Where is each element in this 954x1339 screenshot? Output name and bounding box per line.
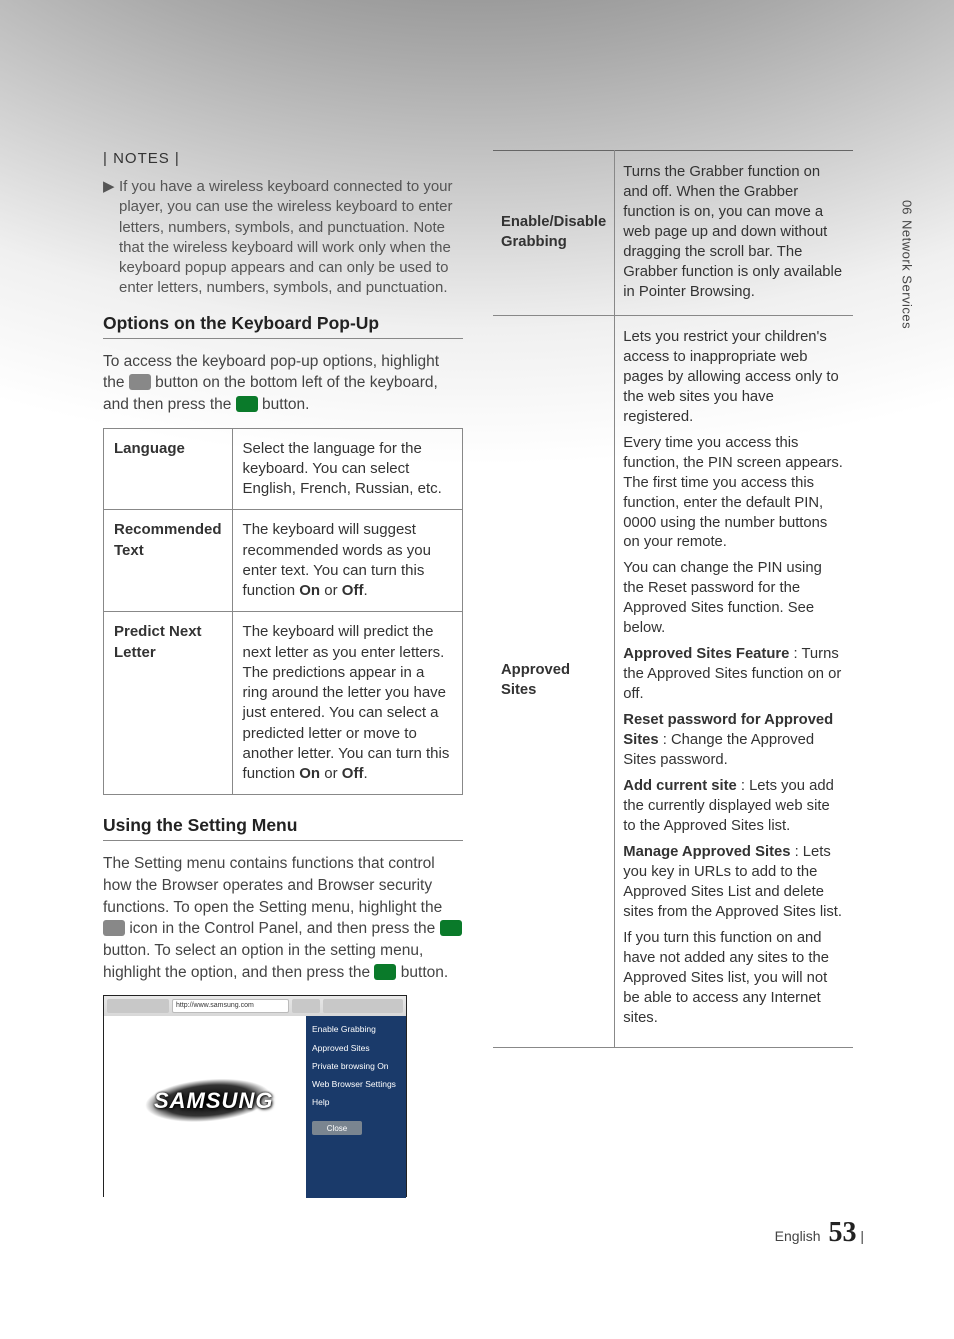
setting-label: Approved Sites	[493, 315, 615, 1047]
right-column: Enable/Disable Grabbing Turns the Grabbe…	[493, 150, 853, 1197]
option-label: Language	[104, 428, 233, 510]
enter-icon	[374, 964, 396, 980]
page: 06 Network Services | NOTES | ▶ If you h…	[0, 0, 954, 1339]
url-bar: http://www.samsung.com	[172, 999, 289, 1013]
keyboard-options-table: Language Select the language for the key…	[103, 428, 463, 796]
menu-item: Web Browser Settings	[312, 1079, 400, 1089]
page-footer: English 53 |	[775, 1217, 864, 1249]
table-row: Approved Sites Lets you restrict your ch…	[493, 315, 853, 1047]
browser-toolbar: http://www.samsung.com	[104, 996, 406, 1016]
footer-lang: English	[775, 1228, 821, 1244]
chapter-title: Network Services	[900, 220, 915, 329]
option-desc: The keyboard will suggest recommended wo…	[232, 510, 462, 612]
bullet-arrow-icon: ▶	[103, 177, 119, 299]
left-column: | NOTES | ▶ If you have a wireless keybo…	[103, 150, 463, 1197]
table-row: Enable/Disable Grabbing Turns the Grabbe…	[493, 151, 853, 316]
nav-buttons-icon	[107, 999, 169, 1013]
enter-icon	[236, 396, 258, 412]
option-label: Recommended Text	[104, 510, 233, 612]
setting-desc: Turns the Grabber function on and off. W…	[615, 151, 853, 316]
toolbar-right-icon	[323, 999, 403, 1013]
table-row: Recommended Text The keyboard will sugge…	[104, 510, 463, 612]
heading-setting-menu: Using the Setting Menu	[103, 815, 463, 841]
menu-item: Private browsing On	[312, 1061, 400, 1071]
page-number: 53	[828, 1217, 856, 1248]
note-item: ▶ If you have a wireless keyboard connec…	[103, 177, 463, 299]
section-tab: 06 Network Services	[896, 200, 918, 400]
option-label: Predict Next Letter	[104, 612, 233, 795]
notes-heading: | NOTES |	[103, 150, 463, 167]
setting-label: Enable/Disable Grabbing	[493, 151, 615, 316]
option-desc: Select the language for the keyboard. Yo…	[232, 428, 462, 510]
enter-icon	[440, 920, 462, 936]
browser-screenshot: http://www.samsung.com SAMSUNG Enable Gr…	[103, 995, 407, 1197]
table-row: Predict Next Letter The keyboard will pr…	[104, 612, 463, 795]
menu-item: Help	[312, 1097, 400, 1107]
option-desc: The keyboard will predict the next lette…	[232, 612, 462, 795]
close-button: Close	[312, 1121, 362, 1135]
samsung-logo: SAMSUNG	[154, 1088, 273, 1114]
star-icon	[292, 999, 320, 1013]
gear-icon	[129, 374, 151, 390]
heading-options: Options on the Keyboard Pop-Up	[103, 313, 463, 339]
browser-body: SAMSUNG Enable Grabbing Approved Sites P…	[104, 1016, 406, 1198]
gear-icon	[103, 920, 125, 936]
content-area: | NOTES | ▶ If you have a wireless keybo…	[103, 150, 855, 1197]
settings-table: Enable/Disable Grabbing Turns the Grabbe…	[493, 150, 853, 1048]
options-intro: To access the keyboard pop-up options, h…	[103, 351, 463, 416]
setting-desc: Lets you restrict your children's access…	[615, 315, 853, 1047]
menu-item: Approved Sites	[312, 1043, 400, 1053]
menu-item: Enable Grabbing	[312, 1024, 400, 1034]
note-text: If you have a wireless keyboard connecte…	[119, 177, 463, 299]
table-row: Language Select the language for the key…	[104, 428, 463, 510]
setting-intro: The Setting menu contains functions that…	[103, 853, 463, 983]
settings-menu-panel: Enable Grabbing Approved Sites Private b…	[306, 1016, 406, 1198]
chapter-number: 06	[900, 200, 915, 214]
